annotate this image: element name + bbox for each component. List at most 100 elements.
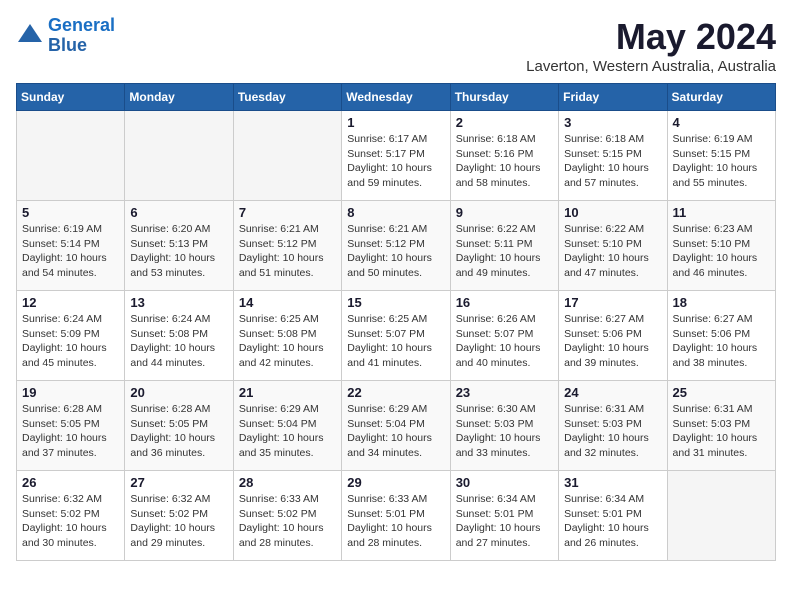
day-info: Sunrise: 6:20 AM Sunset: 5:13 PM Dayligh… (130, 222, 227, 281)
day-info: Sunrise: 6:32 AM Sunset: 5:02 PM Dayligh… (22, 492, 119, 551)
day-info: Sunrise: 6:28 AM Sunset: 5:05 PM Dayligh… (130, 402, 227, 461)
day-number: 22 (347, 385, 444, 400)
calendar-cell: 21Sunrise: 6:29 AM Sunset: 5:04 PM Dayli… (233, 381, 341, 471)
day-number: 5 (22, 205, 119, 220)
calendar-cell: 2 Sunrise: 6:18 AM Sunset: 5:16 PM Daylig… (450, 111, 558, 201)
logo-icon (16, 22, 44, 50)
day-info: Sunrise: 6:24 AM Sunset: 5:08 PM Dayligh… (130, 312, 227, 371)
weekday-header-row: SundayMondayTuesdayWednesdayThursdayFrid… (17, 84, 776, 111)
calendar-week-row: 12 Sunrise: 6:24 AM Sunset: 5:09 PM Dayli… (17, 291, 776, 381)
calendar-cell: 16 Sunrise: 6:26 AM Sunset: 5:07 PM Dayli… (450, 291, 558, 381)
logo-text: General Blue (48, 16, 115, 56)
calendar-cell: 12 Sunrise: 6:24 AM Sunset: 5:09 PM Dayli… (17, 291, 125, 381)
calendar-week-row: 5 Sunrise: 6:19 AM Sunset: 5:14 PM Daylig… (17, 201, 776, 291)
calendar-cell: 9 Sunrise: 6:22 AM Sunset: 5:11 PM Daylig… (450, 201, 558, 291)
day-info: Sunrise: 6:23 AM Sunset: 5:10 PM Dayligh… (673, 222, 770, 281)
calendar-cell (17, 111, 125, 201)
day-number: 23 (456, 385, 553, 400)
day-number: 28 (239, 475, 336, 490)
day-info: Sunrise: 6:18 AM Sunset: 5:15 PM Dayligh… (564, 132, 661, 191)
day-info: Sunrise: 6:28 AM Sunset: 5:05 PM Dayligh… (22, 402, 119, 461)
calendar-cell: 11Sunrise: 6:23 AM Sunset: 5:10 PM Dayli… (667, 201, 775, 291)
calendar-cell: 17Sunrise: 6:27 AM Sunset: 5:06 PM Dayli… (559, 291, 667, 381)
calendar-cell (125, 111, 233, 201)
day-number: 13 (130, 295, 227, 310)
logo-line1: General (48, 15, 115, 35)
calendar-cell: 1 Sunrise: 6:17 AM Sunset: 5:17 PM Daylig… (342, 111, 450, 201)
day-number: 19 (22, 385, 119, 400)
calendar-cell: 8Sunrise: 6:21 AM Sunset: 5:12 PM Daylig… (342, 201, 450, 291)
calendar-cell: 28Sunrise: 6:33 AM Sunset: 5:02 PM Dayli… (233, 471, 341, 561)
day-number: 2 (456, 115, 553, 130)
day-info: Sunrise: 6:25 AM Sunset: 5:07 PM Dayligh… (347, 312, 444, 371)
calendar-cell: 3 Sunrise: 6:18 AM Sunset: 5:15 PM Daylig… (559, 111, 667, 201)
day-info: Sunrise: 6:31 AM Sunset: 5:03 PM Dayligh… (673, 402, 770, 461)
calendar-week-row: 19 Sunrise: 6:28 AM Sunset: 5:05 PM Dayli… (17, 381, 776, 471)
calendar-cell: 7 Sunrise: 6:21 AM Sunset: 5:12 PM Daylig… (233, 201, 341, 291)
calendar-cell: 10 Sunrise: 6:22 AM Sunset: 5:10 PM Dayli… (559, 201, 667, 291)
weekday-header: Thursday (450, 84, 558, 111)
calendar-cell: 5 Sunrise: 6:19 AM Sunset: 5:14 PM Daylig… (17, 201, 125, 291)
day-number: 29 (347, 475, 444, 490)
day-info: Sunrise: 6:27 AM Sunset: 5:06 PM Dayligh… (564, 312, 661, 371)
day-info: Sunrise: 6:17 AM Sunset: 5:17 PM Dayligh… (347, 132, 444, 191)
day-info: Sunrise: 6:32 AM Sunset: 5:02 PM Dayligh… (130, 492, 227, 551)
day-number: 1 (347, 115, 444, 130)
calendar-week-row: 26 Sunrise: 6:32 AM Sunset: 5:02 PM Dayli… (17, 471, 776, 561)
day-info: Sunrise: 6:25 AM Sunset: 5:08 PM Dayligh… (239, 312, 336, 371)
calendar-cell: 4 Sunrise: 6:19 AM Sunset: 5:15 PM Daylig… (667, 111, 775, 201)
weekday-header: Monday (125, 84, 233, 111)
day-number: 20 (130, 385, 227, 400)
calendar-cell: 25 Sunrise: 6:31 AM Sunset: 5:03 PM Dayli… (667, 381, 775, 471)
day-info: Sunrise: 6:34 AM Sunset: 5:01 PM Dayligh… (564, 492, 661, 551)
day-info: Sunrise: 6:21 AM Sunset: 5:12 PM Dayligh… (239, 222, 336, 281)
day-info: Sunrise: 6:27 AM Sunset: 5:06 PM Dayligh… (673, 312, 770, 371)
day-info: Sunrise: 6:30 AM Sunset: 5:03 PM Dayligh… (456, 402, 553, 461)
day-info: Sunrise: 6:34 AM Sunset: 5:01 PM Dayligh… (456, 492, 553, 551)
calendar-cell: 6 Sunrise: 6:20 AM Sunset: 5:13 PM Daylig… (125, 201, 233, 291)
day-info: Sunrise: 6:22 AM Sunset: 5:10 PM Dayligh… (564, 222, 661, 281)
calendar-cell (233, 111, 341, 201)
day-info: Sunrise: 6:19 AM Sunset: 5:14 PM Dayligh… (22, 222, 119, 281)
day-info: Sunrise: 6:22 AM Sunset: 5:11 PM Dayligh… (456, 222, 553, 281)
day-number: 9 (456, 205, 553, 220)
day-info: Sunrise: 6:26 AM Sunset: 5:07 PM Dayligh… (456, 312, 553, 371)
calendar-cell: 18Sunrise: 6:27 AM Sunset: 5:06 PM Dayli… (667, 291, 775, 381)
day-number: 4 (673, 115, 770, 130)
day-number: 10 (564, 205, 661, 220)
day-number: 12 (22, 295, 119, 310)
calendar-cell: 22 Sunrise: 6:29 AM Sunset: 5:04 PM Dayli… (342, 381, 450, 471)
month-title: May 2024 (526, 16, 776, 58)
day-info: Sunrise: 6:24 AM Sunset: 5:09 PM Dayligh… (22, 312, 119, 371)
day-info: Sunrise: 6:19 AM Sunset: 5:15 PM Dayligh… (673, 132, 770, 191)
day-info: Sunrise: 6:31 AM Sunset: 5:03 PM Dayligh… (564, 402, 661, 461)
day-number: 7 (239, 205, 336, 220)
calendar-cell: 13 Sunrise: 6:24 AM Sunset: 5:08 PM Dayli… (125, 291, 233, 381)
day-info: Sunrise: 6:33 AM Sunset: 5:01 PM Dayligh… (347, 492, 444, 551)
calendar-cell: 20 Sunrise: 6:28 AM Sunset: 5:05 PM Dayli… (125, 381, 233, 471)
logo: General Blue (16, 16, 115, 56)
day-number: 15 (347, 295, 444, 310)
weekday-header: Friday (559, 84, 667, 111)
day-number: 6 (130, 205, 227, 220)
day-info: Sunrise: 6:29 AM Sunset: 5:04 PM Dayligh… (347, 402, 444, 461)
day-number: 14 (239, 295, 336, 310)
day-number: 26 (22, 475, 119, 490)
logo-line2: Blue (48, 36, 115, 56)
weekday-header: Sunday (17, 84, 125, 111)
calendar-table: SundayMondayTuesdayWednesdayThursdayFrid… (16, 83, 776, 561)
day-number: 3 (564, 115, 661, 130)
day-number: 25 (673, 385, 770, 400)
calendar-cell: 19 Sunrise: 6:28 AM Sunset: 5:05 PM Dayli… (17, 381, 125, 471)
calendar-cell: 27Sunrise: 6:32 AM Sunset: 5:02 PM Dayli… (125, 471, 233, 561)
day-info: Sunrise: 6:18 AM Sunset: 5:16 PM Dayligh… (456, 132, 553, 191)
title-block: May 2024 Laverton, Western Australia, Au… (526, 16, 776, 75)
calendar-cell: 29 Sunrise: 6:33 AM Sunset: 5:01 PM Dayli… (342, 471, 450, 561)
weekday-header: Wednesday (342, 84, 450, 111)
day-number: 31 (564, 475, 661, 490)
day-number: 16 (456, 295, 553, 310)
day-number: 30 (456, 475, 553, 490)
day-info: Sunrise: 6:29 AM Sunset: 5:04 PM Dayligh… (239, 402, 336, 461)
day-number: 24 (564, 385, 661, 400)
location-subtitle: Laverton, Western Australia, Australia (526, 58, 776, 75)
